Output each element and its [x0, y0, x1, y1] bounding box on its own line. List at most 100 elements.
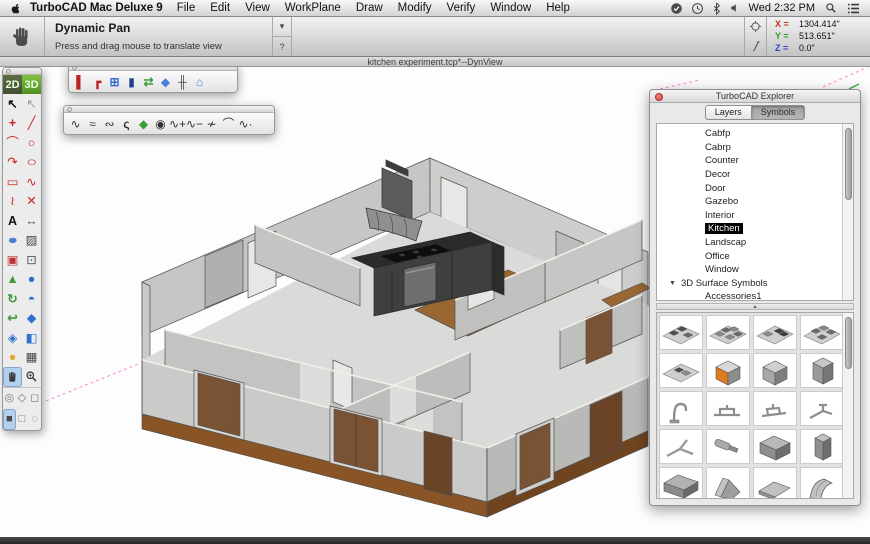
- menu-help[interactable]: Help: [546, 2, 570, 14]
- mode-2d-button[interactable]: 2D: [3, 75, 22, 94]
- app-menu[interactable]: TurboCAD Mac Deluxe 9: [30, 2, 163, 14]
- clock-icon[interactable]: [691, 2, 704, 15]
- palette-title-bar[interactable]: [3, 68, 41, 75]
- spline-tool[interactable]: ∿: [22, 172, 41, 192]
- railing-tool[interactable]: ╫: [174, 72, 191, 91]
- volume-icon[interactable]: [729, 2, 741, 14]
- view-shaded[interactable]: ■: [3, 408, 16, 430]
- sphere-3d-tool[interactable]: ●: [22, 270, 41, 290]
- menu-draw[interactable]: Draw: [356, 2, 383, 14]
- explorer-close-button[interactable]: [655, 93, 663, 101]
- remove-node-tool[interactable]: ∿−: [186, 114, 203, 133]
- view-iso-1[interactable]: ◎: [3, 388, 16, 409]
- view-hidden-line[interactable]: ◌: [28, 409, 41, 430]
- group-3d-surface-symbols[interactable]: ▼ 3D Surface Symbols: [657, 277, 841, 291]
- view-wireframe[interactable]: □: [16, 409, 29, 430]
- split-curve-tool[interactable]: ≁: [203, 114, 220, 133]
- modify-curve-tool[interactable]: ≀: [3, 192, 22, 212]
- sweep-3d-tool[interactable]: ↩: [3, 309, 22, 329]
- symbol-folder-door[interactable]: Door: [657, 181, 841, 195]
- menu-edit[interactable]: Edit: [210, 2, 230, 14]
- tool-dropdown-button[interactable]: ▾: [273, 17, 291, 37]
- symbol-thumb-cabinet-narrow[interactable]: [800, 429, 844, 464]
- symbol-folder-landscap[interactable]: Landscap: [657, 236, 841, 250]
- folder-list-scrollbar[interactable]: [842, 124, 853, 300]
- spiral-curve-tool[interactable]: ◉: [152, 114, 169, 133]
- sketch-curve-tool[interactable]: ς: [118, 114, 135, 133]
- symbol-thumb-cabinet-orange[interactable]: [706, 353, 750, 388]
- view-iso-3[interactable]: ◻: [28, 388, 41, 409]
- text-tool[interactable]: A: [3, 211, 22, 231]
- drawing-canvas[interactable]: 2D 3D ↖ ↖ + ╱ ⌒ ○ ↷ ○ ▭ ∿ ≀ ✕ A ↔ ● ▨ ▣ ⊡ ▲ ● ↻ ◓ ↩ ◆ ◈ ◧ ● ▦ ◎ ◇ ◻ ■ □…: [0, 63, 870, 537]
- hatch-tool[interactable]: ▨: [22, 231, 41, 251]
- symbol-grid-scrollbar[interactable]: [842, 313, 853, 498]
- symbol-thumb-countertop-3[interactable]: [753, 315, 797, 350]
- spline-by-points-tool[interactable]: ∿: [67, 114, 84, 133]
- symbol-thumb-cabinet-gray[interactable]: [753, 353, 797, 388]
- cloud-tool[interactable]: ●: [3, 231, 22, 251]
- document-title-bar[interactable]: kitchen experiment.tcp*--DynView: [0, 57, 870, 67]
- convert-tool[interactable]: ⇄: [140, 72, 157, 91]
- symbol-thumb-faucet-angled[interactable]: [800, 391, 844, 426]
- circle-tool[interactable]: ○: [22, 133, 41, 153]
- slab-tool[interactable]: ◆: [157, 72, 174, 91]
- refine-curve-tool[interactable]: ∿·: [237, 114, 254, 133]
- window-tool[interactable]: ⊞: [106, 72, 123, 91]
- spline-toolbar-close-button[interactable]: [67, 107, 72, 112]
- symbol-thumb-countertop-5[interactable]: [659, 353, 703, 388]
- symbol-thumb-sprayer[interactable]: [706, 429, 750, 464]
- menu-clock[interactable]: Wed 2:32 PM: [749, 2, 815, 14]
- symbol-grid-scroll-thumb[interactable]: [844, 317, 852, 369]
- sync-icon[interactable]: [670, 2, 683, 15]
- wall-tool[interactable]: ▌: [72, 72, 89, 91]
- menu-verify[interactable]: Verify: [447, 2, 476, 14]
- trim-tool[interactable]: ▣: [3, 250, 22, 270]
- symbol-thumb-cabinet-tall[interactable]: [800, 353, 844, 388]
- symbol-thumb-faucet-bar-2[interactable]: [753, 391, 797, 426]
- tool-help-button[interactable]: ?: [273, 37, 291, 56]
- palette-close-button[interactable]: [6, 69, 11, 74]
- symbol-folder-list[interactable]: Cabfp Cabrp Counter Decor Door Gazebo Interior…: [656, 123, 854, 301]
- symbol-folder-cabrp[interactable]: Cabrp: [657, 141, 841, 155]
- node-edit-tool[interactable]: ⊡: [22, 250, 41, 270]
- point-tool[interactable]: +: [3, 114, 22, 134]
- cone-3d-tool[interactable]: ▲: [3, 270, 22, 290]
- menu-workplane[interactable]: WorkPlane: [285, 2, 341, 14]
- rotate-3d-tool[interactable]: ↻: [3, 289, 22, 309]
- apple-menu[interactable]: [10, 1, 22, 15]
- symbol-thumb-faucet-gooseneck[interactable]: [659, 391, 703, 426]
- mode-3d-button[interactable]: 3D: [22, 75, 41, 94]
- symbol-thumb-hood-curved[interactable]: [800, 467, 844, 498]
- line-tool[interactable]: ╱: [22, 114, 41, 134]
- subgroup-accessories1[interactable]: Accessories1: [657, 290, 841, 300]
- material-tool[interactable]: ●: [3, 348, 22, 368]
- symbol-thumb-countertop-2[interactable]: [706, 315, 750, 350]
- arc-tool[interactable]: ⌒: [3, 133, 22, 153]
- symbol-thumb-countertop-4[interactable]: [800, 315, 844, 350]
- menu-modify[interactable]: Modify: [398, 2, 432, 14]
- notification-list-icon[interactable]: [847, 3, 860, 14]
- pan-tool[interactable]: [3, 367, 22, 387]
- roof-tool[interactable]: ⌂: [191, 72, 208, 91]
- menu-view[interactable]: View: [245, 2, 270, 14]
- door-tool[interactable]: ▮: [123, 72, 140, 91]
- spotlight-icon[interactable]: [825, 2, 837, 14]
- select-tool[interactable]: ↖: [3, 94, 22, 114]
- view-iso-2[interactable]: ◇: [16, 388, 29, 409]
- bluetooth-icon[interactable]: [712, 1, 721, 15]
- menu-file[interactable]: File: [177, 2, 196, 14]
- disclosure-triangle-icon[interactable]: ▼: [669, 280, 676, 287]
- explorer-splitter[interactable]: ▴: [656, 303, 854, 310]
- symbol-folder-interior[interactable]: Interior: [657, 209, 841, 223]
- render-options-tool[interactable]: ▦: [22, 348, 41, 368]
- menu-window[interactable]: Window: [490, 2, 531, 14]
- curve-tool[interactable]: ↷: [3, 153, 22, 173]
- symbol-folder-window[interactable]: Window: [657, 263, 841, 277]
- symbol-thumb-hood-flat[interactable]: [753, 467, 797, 498]
- folder-list-scroll-thumb[interactable]: [844, 128, 852, 200]
- dimension-tool[interactable]: ↔: [22, 211, 41, 231]
- multi-spline-tool[interactable]: ∾: [101, 114, 118, 133]
- arc-curve-tool[interactable]: ⌒: [220, 114, 237, 133]
- add-node-tool[interactable]: ∿+: [169, 114, 186, 133]
- cube-3d-tool[interactable]: ◆: [22, 309, 41, 329]
